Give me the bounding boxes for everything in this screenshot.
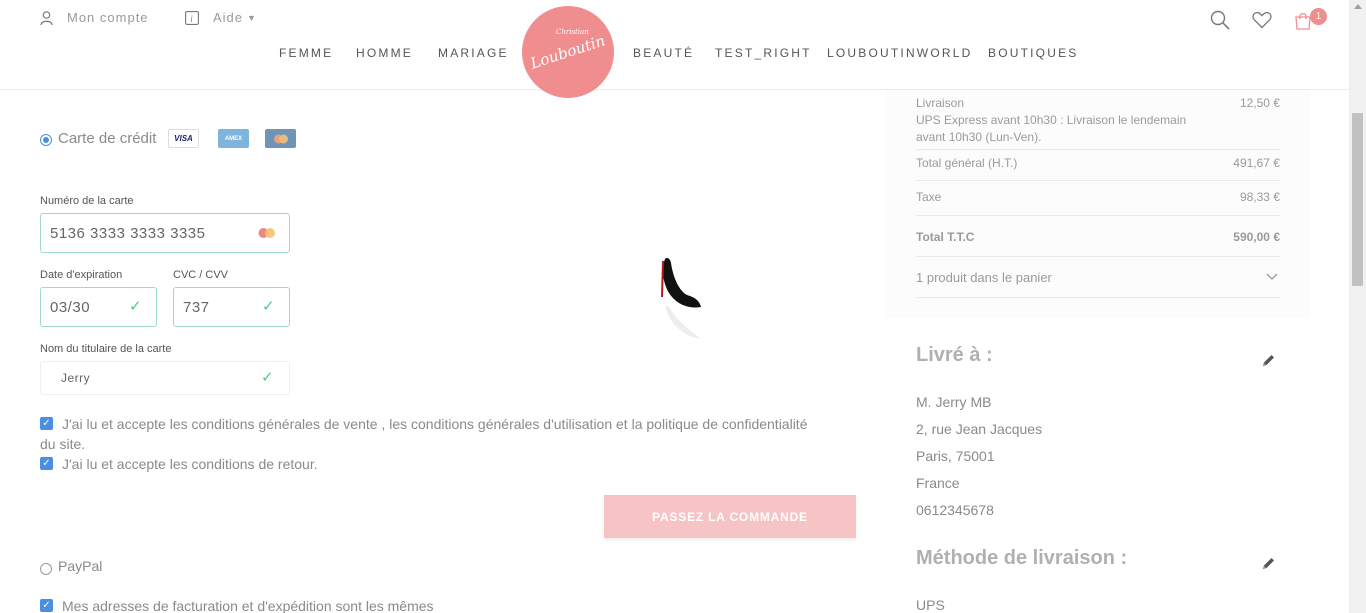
nav-test-right[interactable]: TEST_RIGHT (715, 46, 812, 60)
help-menu[interactable]: i Aide ▼ (185, 10, 257, 25)
checkmark-icon: ✓ (262, 298, 276, 315)
subtotal-label: Total général (H.T.) (916, 156, 1018, 170)
edit-pencil-icon[interactable] (1261, 556, 1276, 571)
cardholder-field[interactable]: Jerry ✓ (40, 361, 290, 395)
svg-text:i: i (190, 14, 194, 24)
shipping-desc-1: UPS Express avant 10h30 : Livraison le l… (916, 113, 1187, 127)
amex-logo-text: AMEX (224, 135, 243, 142)
cvc-label: CVC / CVV (173, 269, 229, 281)
search-icon[interactable] (1210, 10, 1230, 30)
account-link[interactable]: Mon compte (40, 10, 149, 25)
delivery-title: Livré à : (916, 344, 993, 366)
nav-femme[interactable]: FEMME (279, 46, 333, 60)
shipping-value: 12,50 € (1239, 96, 1280, 110)
returns-text: J'ai lu et accepte les conditions de ret… (62, 456, 318, 472)
edit-pencil-icon[interactable] (1261, 353, 1276, 368)
subtotal-row: Total général (H.T.) 491,67 € (916, 156, 1280, 170)
page-scrollbar[interactable] (1349, 0, 1366, 613)
help-label: Aide (213, 10, 244, 25)
delivery-phone: 0612345678 (916, 502, 994, 518)
expiry-label: Date d'expiration (40, 269, 123, 281)
shipping-desc-2: avant 10h30 (Lun-Ven). (916, 130, 1042, 144)
terms-text-line2: du site. (40, 436, 86, 452)
cart-items-toggle[interactable]: 1 produit dans le panier (916, 270, 1280, 285)
shipping-carrier: UPS (916, 597, 945, 613)
delivery-street: 2, rue Jean Jacques (916, 421, 1043, 437)
divider (916, 180, 1280, 181)
nav-boutiques[interactable]: BOUTIQUES (988, 46, 1078, 60)
credit-card-label: Carte de crédit (58, 130, 157, 147)
mastercard-logo-icon (265, 129, 296, 148)
heart-icon[interactable] (1252, 11, 1272, 29)
delivery-country: France (916, 475, 960, 491)
tax-label: Taxe (916, 190, 942, 204)
expiry-value: 03/30 (50, 298, 91, 316)
chevron-down-icon (1266, 273, 1278, 280)
nav-mariage[interactable]: MARIAGE (438, 46, 509, 60)
total-row: Total T.T.C 590,00 € (916, 230, 1280, 244)
nav-homme[interactable]: HOMME (356, 46, 413, 60)
credit-card-radio[interactable] (40, 134, 52, 146)
cardholder-value: Jerry (61, 371, 91, 385)
cart-count-badge: 1 (1310, 8, 1327, 25)
shipping-method-title: Méthode de livraison : (916, 547, 1128, 569)
account-label: Mon compte (67, 10, 149, 25)
returns-checkbox[interactable]: ✓ (40, 457, 53, 470)
total-label: Total T.T.C (916, 230, 975, 244)
shipping-label: Livraison (916, 96, 965, 110)
checkmark-icon: ✓ (129, 298, 143, 315)
amex-logo-icon: AMEX (218, 129, 249, 148)
total-value: 590,00 € (1233, 230, 1280, 244)
scrollbar-thumb[interactable] (1352, 113, 1363, 286)
card-number-label: Numéro de la carte (40, 195, 134, 207)
divider (916, 149, 1280, 150)
site-header: Mon compte i Aide ▼ FEMME HOMME MARIAGE … (0, 0, 1349, 90)
tax-row: Taxe 98,33 € (916, 190, 1280, 204)
cart-items-label: 1 produit dans le panier (916, 270, 1052, 285)
mastercard-icon (258, 228, 275, 238)
same-address-text: Mes adresses de facturation et d'expédit… (62, 598, 434, 613)
delivery-city: Paris, 75001 (916, 448, 995, 464)
nav-beaute[interactable]: BEAUTÉ (633, 46, 694, 60)
card-number-field[interactable]: 5136 3333 3333 3335 (40, 213, 290, 253)
user-icon (40, 10, 53, 25)
loading-shoe-icon (661, 258, 701, 339)
subtotal-value: 491,67 € (1233, 156, 1280, 170)
cvc-value: 737 (183, 298, 210, 316)
nav-louboutinworld[interactable]: LOUBOUTINWORLD (827, 46, 972, 60)
cvc-field[interactable]: 737 ✓ (173, 287, 290, 327)
divider (916, 256, 1280, 257)
same-address-checkbox[interactable]: ✓ (40, 599, 53, 612)
logo-text: Louboutin (528, 31, 608, 73)
paypal-radio[interactable] (40, 563, 52, 575)
logo-sub-text: Christian (556, 28, 589, 36)
tax-value: 98,33 € (1239, 190, 1280, 204)
terms-checkbox[interactable]: ✓ (40, 417, 53, 430)
card-number-value: 5136 3333 3333 3335 (50, 224, 206, 242)
visa-logo-icon: VISA (168, 129, 199, 148)
paypal-label: PayPal (58, 558, 103, 574)
cardholder-label: Nom du titulaire de la carte (40, 343, 172, 355)
delivery-name: M. Jerry MB (916, 394, 992, 410)
brand-logo[interactable]: Christian Louboutin (522, 6, 614, 98)
divider (916, 215, 1280, 216)
chevron-down-icon: ▼ (247, 12, 257, 23)
checkmark-icon: ✓ (261, 369, 275, 386)
place-order-button[interactable]: PASSEZ LA COMMANDE (604, 495, 856, 538)
terms-text-line1: J'ai lu et accepte les conditions généra… (62, 416, 808, 432)
shipping-row: Livraison 12,50 € (916, 96, 1280, 110)
scroll-up-arrow-icon[interactable] (1354, 4, 1362, 9)
expiry-field[interactable]: 03/30 ✓ (40, 287, 157, 327)
divider (916, 297, 1280, 298)
info-icon: i (185, 10, 199, 25)
